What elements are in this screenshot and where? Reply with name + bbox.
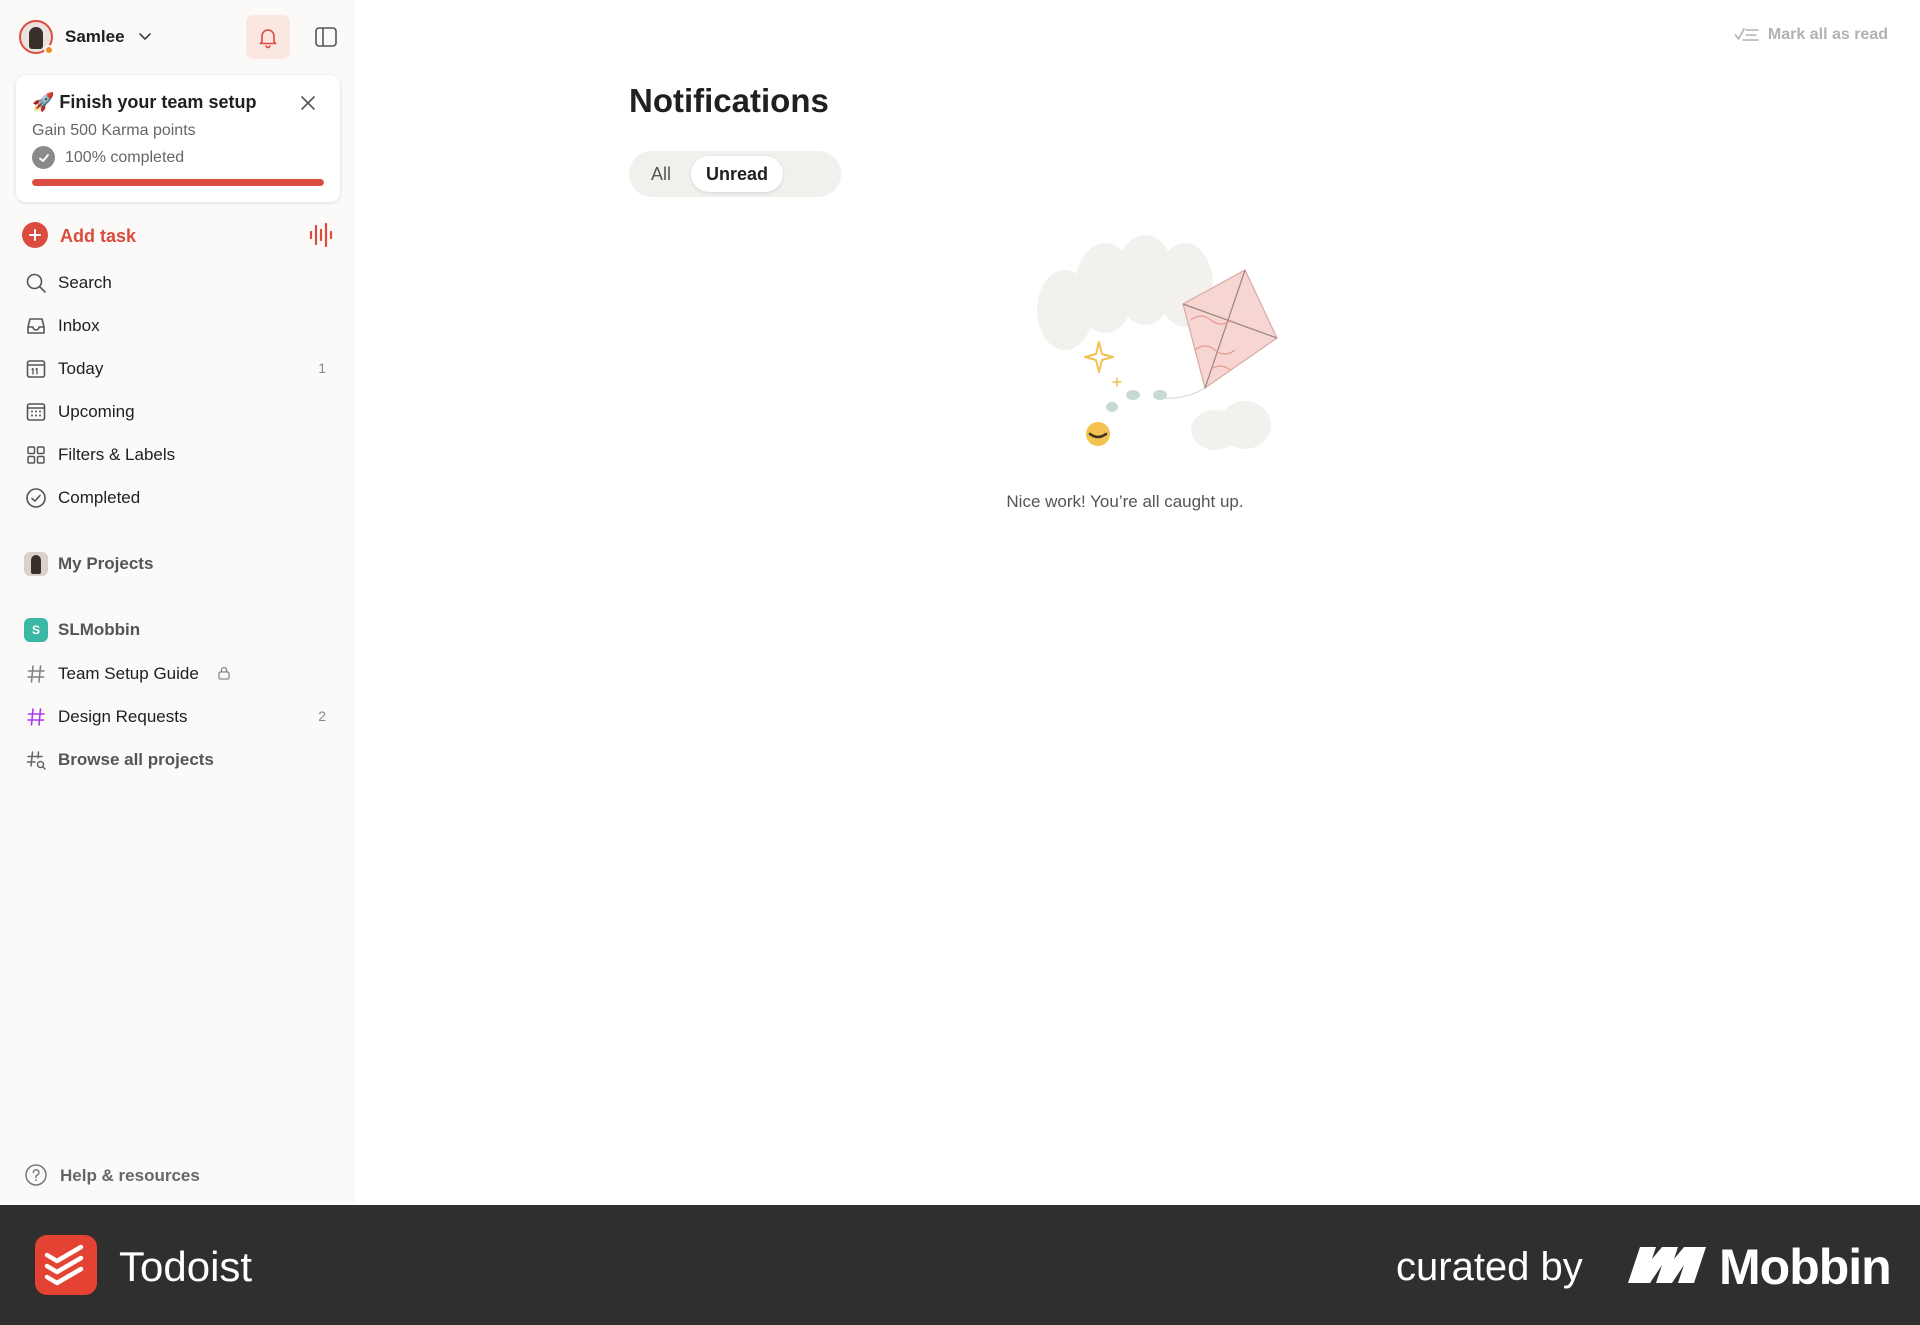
- sidebar-item-completed[interactable]: Completed: [14, 478, 334, 516]
- ramble-wave-icon[interactable]: [306, 220, 336, 250]
- sidebar-item-upcoming[interactable]: Upcoming: [14, 392, 334, 430]
- filters-icon: [27, 446, 45, 464]
- lock-icon: [218, 666, 230, 680]
- notification-filter-tabs: All Unread: [629, 151, 841, 197]
- sidebar-item-label: SLMobbin: [58, 620, 141, 639]
- sidebar-item-label: Filters & Labels: [58, 445, 176, 464]
- main-content: Mark all as read Notifications All Unrea…: [355, 0, 1920, 1205]
- mobbin-logo-icon: [1628, 1247, 1706, 1283]
- curated-by-label: curated by: [1396, 1245, 1583, 1289]
- sidebar: Samlee 🚀 Finish your team setup Gain 500…: [0, 0, 355, 1205]
- setup-progress-fill: [32, 179, 324, 186]
- sidebar-item-browse-projects[interactable]: Browse all projects: [14, 740, 334, 778]
- team-badge: S: [24, 618, 48, 642]
- sidebar-item-inbox[interactable]: Inbox: [14, 306, 334, 344]
- add-task-button[interactable]: Add task: [22, 220, 334, 250]
- my-projects-avatar: [24, 552, 48, 576]
- item-count: 1: [318, 360, 326, 376]
- chevron-down-icon[interactable]: [135, 26, 155, 46]
- sidebar-item-label: My Projects: [58, 554, 154, 573]
- hash-icon: [27, 665, 45, 683]
- team-setup-card[interactable]: 🚀 Finish your team setup Gain 500 Karma …: [16, 75, 340, 202]
- help-label: Help & resources: [60, 1166, 200, 1185]
- sidebar-item-search[interactable]: Search: [14, 263, 334, 301]
- sidebar-item-label: Design Requests: [58, 707, 188, 726]
- sidebar-header: Samlee: [19, 15, 337, 59]
- toggle-sidebar-button[interactable]: [304, 15, 348, 59]
- sidebar-item-label: Inbox: [58, 316, 100, 335]
- help-icon: [25, 1164, 47, 1186]
- add-task-label: Add task: [60, 226, 137, 246]
- setup-subtitle: Gain 500 Karma points: [32, 122, 196, 139]
- setup-progress-bar: [32, 179, 324, 186]
- sidebar-item-label: Team Setup Guide: [58, 664, 199, 683]
- todoist-logo-icon: [35, 1235, 97, 1295]
- sidebar-item-label: Search: [58, 273, 112, 292]
- sidebar-item-my-projects[interactable]: My Projects: [14, 544, 334, 582]
- sidebar-item-today[interactable]: Today 1: [14, 349, 334, 387]
- status-dot: [44, 45, 54, 55]
- inbox-icon: [27, 318, 45, 334]
- page-title: Notifications: [629, 82, 829, 119]
- sidebar-item-team[interactable]: S SLMobbin: [14, 610, 334, 648]
- tab-unread[interactable]: Unread: [691, 156, 783, 192]
- mark-all-read-button[interactable]: Mark all as read: [1734, 24, 1888, 46]
- notifications-button[interactable]: [246, 15, 290, 59]
- help-resources-button[interactable]: Help & resources: [24, 1161, 324, 1191]
- sidebar-item-label: Completed: [58, 488, 141, 507]
- plus-circle-icon: [22, 222, 48, 248]
- hash-icon: [27, 708, 45, 726]
- sidebar-item-label: Browse all projects: [58, 750, 214, 769]
- close-icon[interactable]: [296, 91, 320, 115]
- mark-all-read-label: Mark all as read: [1767, 26, 1888, 43]
- bell-icon: [259, 29, 277, 49]
- search-icon: [26, 273, 46, 293]
- tab-all[interactable]: All: [633, 156, 689, 192]
- user-name[interactable]: Samlee: [65, 27, 125, 47]
- setup-progress-label: 100% completed: [65, 149, 185, 166]
- sidebar-panel-icon: [315, 27, 337, 47]
- item-count: 2: [318, 708, 326, 724]
- check-circle-icon: [26, 488, 46, 508]
- brand-name: Mobbin: [1719, 1239, 1892, 1295]
- sidebar-item-design-requests[interactable]: Design Requests 2: [14, 697, 334, 735]
- sidebar-item-filters-labels[interactable]: Filters & Labels: [14, 435, 334, 473]
- sidebar-item-label: Today: [58, 359, 104, 378]
- app-name: Todoist: [119, 1243, 253, 1290]
- empty-state-message: Nice work! You’re all caught up.: [1006, 492, 1244, 511]
- check-list-icon: [1734, 28, 1759, 41]
- sidebar-item-team-setup-guide[interactable]: Team Setup Guide: [14, 654, 334, 692]
- calendar-grid-icon: [26, 403, 46, 421]
- check-circle-icon: [32, 146, 55, 169]
- sidebar-item-label: Upcoming: [58, 402, 135, 421]
- team-badge-letter: S: [31, 623, 40, 637]
- kite-illustration: [1037, 235, 1278, 450]
- avatar-figure: [29, 27, 43, 49]
- footer-banner: Todoist curated by Mobbin: [0, 1205, 1920, 1325]
- calendar-today-icon: [26, 360, 46, 378]
- browse-projects-icon: [26, 751, 46, 770]
- setup-title: 🚀 Finish your team setup: [32, 92, 257, 112]
